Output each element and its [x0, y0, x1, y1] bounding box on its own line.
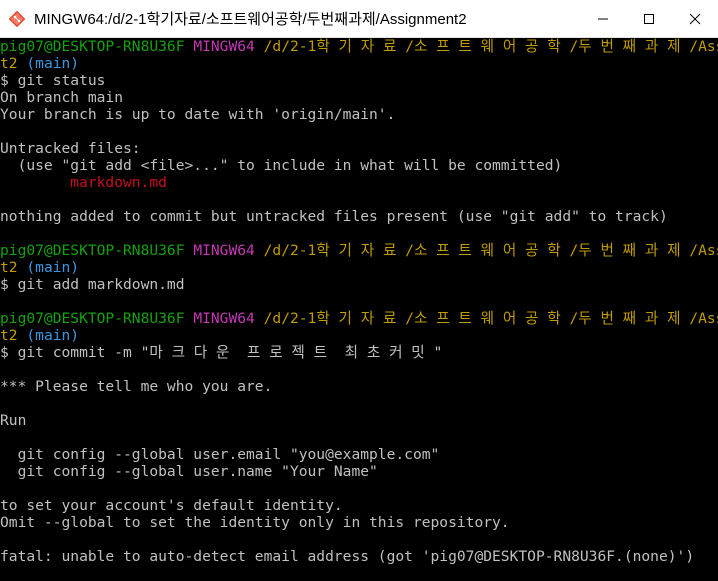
- maximize-icon[interactable]: [626, 0, 672, 38]
- prompt-path: /d/2-1학 기 자 료 /소 프 트 웨 어 공 학 /두 번 째 과 제 …: [263, 310, 718, 327]
- prompt-msystem: MINGW64: [193, 242, 255, 259]
- prompt-line-wrap: t2 (main): [0, 55, 718, 72]
- minimize-icon[interactable]: [580, 0, 626, 38]
- prompt-line: pig07@DESKTOP-RN8U36F MINGW64 /d/2-1학 기 …: [0, 38, 718, 55]
- output-line: Your branch is up to date with 'origin/m…: [0, 106, 396, 123]
- prompt-line-wrap: t2 (main): [0, 327, 718, 344]
- output-line: to set your account's default identity.: [0, 497, 343, 514]
- output-line: git config --global user.email "you@exam…: [0, 446, 440, 463]
- output-line: git config --global user.name "Your Name…: [0, 463, 378, 480]
- prompt-msystem: MINGW64: [193, 38, 255, 55]
- git-bash-icon: [6, 8, 28, 30]
- prompt-branch: (main): [26, 259, 80, 276]
- prompt-msystem: MINGW64: [193, 310, 255, 327]
- output-line: *** Please tell me who you are.: [0, 378, 273, 395]
- untracked-file: markdown.md: [0, 174, 167, 191]
- prompt-path: /d/2-1학 기 자 료 /소 프 트 웨 어 공 학 /두 번 째 과 제 …: [263, 242, 718, 259]
- prompt-path: /d/2-1학 기 자 료 /소 프 트 웨 어 공 학 /두 번 째 과 제 …: [263, 38, 718, 55]
- output-line: Untracked files:: [0, 140, 141, 157]
- prompt-user-host: pig07@DESKTOP-RN8U36F: [0, 38, 185, 55]
- prompt-path-wrap: t2: [0, 259, 18, 276]
- prompt-branch: (main): [26, 327, 80, 344]
- prompt-user-host: pig07@DESKTOP-RN8U36F: [0, 310, 185, 327]
- output-line: Run: [0, 412, 27, 429]
- window-controls: [580, 0, 718, 38]
- output-line: On branch main: [0, 89, 124, 106]
- title-bar[interactable]: MINGW64:/d/2-1학기자료/소프트웨어공학/두번째과제/Assignm…: [0, 0, 718, 38]
- prompt-line: pig07@DESKTOP-RN8U36F MINGW64 /d/2-1학 기 …: [0, 310, 718, 327]
- terminal-window: MINGW64:/d/2-1학기자료/소프트웨어공학/두번째과제/Assignm…: [0, 0, 718, 581]
- output-line: (use "git add <file>..." to include in w…: [0, 157, 563, 174]
- close-icon[interactable]: [672, 0, 718, 38]
- prompt-user-host: pig07@DESKTOP-RN8U36F: [0, 242, 185, 259]
- prompt-line-wrap: t2 (main): [0, 259, 718, 276]
- error-line: fatal: unable to auto-detect email addre…: [0, 548, 695, 565]
- terminal-output[interactable]: pig07@DESKTOP-RN8U36F MINGW64 /d/2-1학 기 …: [0, 38, 718, 581]
- output-line: Omit --global to set the identity only i…: [0, 514, 510, 531]
- command-line: $ git commit -m "마 크 다 운 프 로 젝 트 최 초 커 밋…: [0, 344, 443, 361]
- command-line: $ git add markdown.md: [0, 276, 185, 293]
- prompt-path-wrap: t2: [0, 55, 18, 72]
- window-title: MINGW64:/d/2-1학기자료/소프트웨어공학/두번째과제/Assignm…: [34, 11, 467, 28]
- prompt-line: pig07@DESKTOP-RN8U36F MINGW64 /d/2-1학 기 …: [0, 242, 718, 259]
- command-line: $ git status: [0, 72, 106, 89]
- prompt-branch: (main): [26, 55, 80, 72]
- prompt-path-wrap: t2: [0, 327, 18, 344]
- output-line: nothing added to commit but untracked fi…: [0, 208, 668, 225]
